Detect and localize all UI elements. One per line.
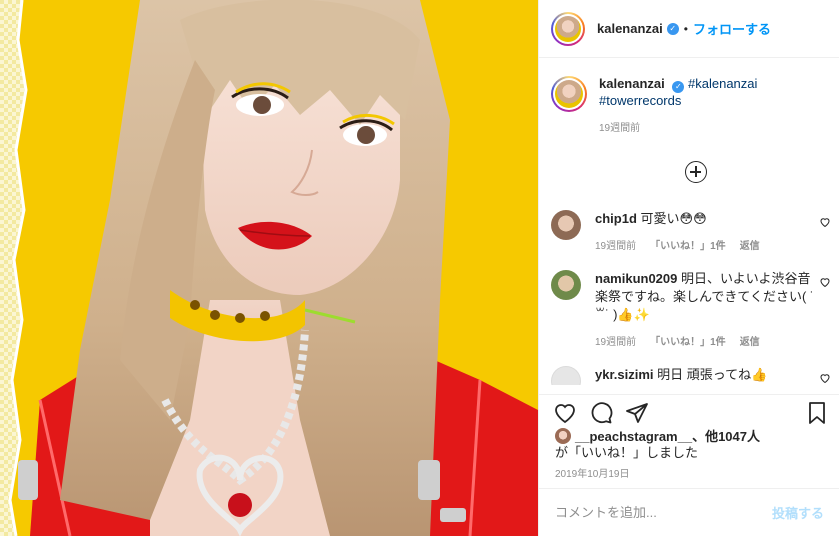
caption-avatar[interactable]: [551, 76, 587, 112]
share-icon[interactable]: [625, 401, 649, 425]
heart-icon[interactable]: [819, 216, 831, 228]
caption-avatar-image: [555, 80, 583, 108]
comment-likes[interactable]: 「いいね！」1件: [650, 238, 726, 256]
post-caption: kalenanzai ✓ #kalenanzai #towerrecords 1…: [551, 76, 831, 137]
verified-badge-icon: ✓: [666, 22, 679, 35]
caption-username[interactable]: kalenanzai: [599, 76, 665, 91]
bookmark-icon[interactable]: [805, 401, 829, 425]
comment-input[interactable]: [555, 505, 762, 520]
caption-timestamp[interactable]: 19週間前: [599, 121, 757, 137]
author-avatar-image: [555, 15, 581, 42]
comment-text: 明日 頑張ってね👍: [657, 367, 768, 382]
comment-item: namikun0209 明日、いよいよ渋谷音楽祭ですね。楽しんできてください( …: [551, 270, 831, 352]
action-bar: [539, 394, 839, 428]
heart-icon[interactable]: [819, 372, 831, 384]
author-username[interactable]: kalenanzai: [597, 21, 663, 36]
liker-avatar[interactable]: [555, 428, 571, 444]
heart-icon[interactable]: [819, 276, 831, 288]
hashtag-link[interactable]: #kalenanzai: [688, 76, 757, 91]
liker-username[interactable]: __peachstagram__: [575, 429, 692, 444]
commenter-avatar[interactable]: [551, 210, 581, 240]
hashtag-link[interactable]: #towerrecords: [599, 93, 681, 108]
comment-time[interactable]: 19週間前: [595, 238, 636, 256]
comment-list: chip1d 可愛い😳😳 19週間前 「いいね！」1件 返信 namikun02…: [539, 200, 839, 385]
post-side-panel: kalenanzai ✓ • フォローする kalenanzai ✓ #kale…: [538, 0, 839, 536]
post-photo[interactable]: [0, 0, 538, 536]
photo-illustration: [0, 0, 538, 536]
commenter-username[interactable]: chip1d: [595, 211, 637, 226]
reply-button[interactable]: 返信: [740, 334, 760, 352]
verified-badge-icon: ✓: [672, 81, 685, 93]
comment-likes[interactable]: 「いいね！」1件: [650, 334, 726, 352]
commenter-avatar[interactable]: [551, 270, 581, 300]
post-comment-button[interactable]: 投稿する: [772, 503, 824, 522]
comment-item: ykr.sizimi 明日 頑張ってね👍: [551, 366, 831, 385]
comment-time[interactable]: 19週間前: [595, 334, 636, 352]
follow-button[interactable]: フォローする: [693, 19, 771, 38]
commenter-username[interactable]: namikun0209: [595, 271, 677, 286]
commenter-username[interactable]: ykr.sizimi: [595, 367, 654, 382]
plus-circle-icon[interactable]: [685, 161, 707, 183]
comment-icon[interactable]: [589, 401, 613, 425]
likes-suffix: が「いいね！」しました: [555, 445, 699, 460]
separator: •: [683, 21, 688, 36]
heart-icon[interactable]: [553, 401, 577, 425]
comment-item: chip1d 可愛い😳😳 19週間前 「いいね！」1件 返信: [551, 210, 831, 256]
reply-button[interactable]: 返信: [740, 238, 760, 256]
add-comment-bar: 投稿する: [539, 488, 839, 536]
post-date[interactable]: 2019年10月19日: [555, 465, 630, 480]
likes-count[interactable]: 、他1047人: [692, 429, 760, 444]
likes-summary: __peachstagram__、他1047人 が「いいね！」しました: [555, 428, 835, 461]
post-header: kalenanzai ✓ • フォローする: [539, 0, 839, 58]
commenter-avatar[interactable]: [551, 366, 581, 385]
author-avatar[interactable]: [551, 11, 585, 46]
comment-text: 可愛い😳😳: [640, 211, 707, 226]
